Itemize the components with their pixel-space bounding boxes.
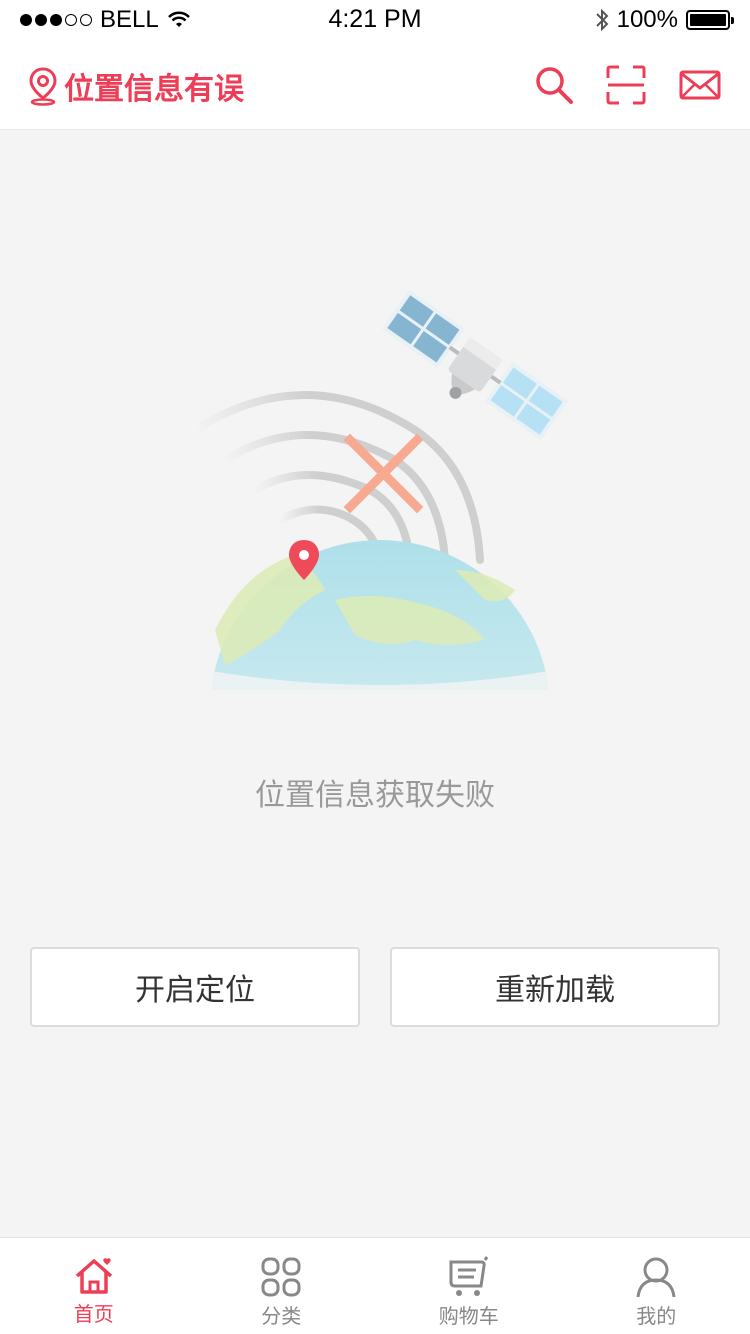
top-nav: 位置信息有误 [0, 40, 750, 130]
mail-icon[interactable] [679, 64, 721, 106]
search-icon[interactable] [533, 64, 575, 106]
status-bar: BELL 4:21 PM 100% [0, 0, 750, 40]
tab-cart[interactable]: 购物车 [375, 1238, 563, 1334]
globe [205, 540, 555, 690]
signal-arcs [191, 391, 484, 564]
scan-icon[interactable] [605, 64, 647, 106]
tab-bar: 首页 分类 购物车 我的 [0, 1237, 750, 1334]
location-selector[interactable]: 位置信息有误 [28, 64, 244, 108]
reload-button[interactable]: 重新加载 [390, 947, 720, 1027]
enable-location-button[interactable]: 开启定位 [30, 947, 360, 1027]
tab-home-label: 首页 [73, 1302, 114, 1326]
battery-percent: 100% [616, 6, 678, 33]
tab-category-label: 分类 [261, 1304, 302, 1328]
tab-profile-label: 我的 [636, 1304, 677, 1328]
location-text: 位置信息有误 [64, 72, 244, 107]
tab-category[interactable]: 分类 [188, 1238, 376, 1334]
profile-icon [636, 1257, 676, 1298]
location-failed-message: 位置信息获取失败 [255, 778, 495, 813]
tab-home[interactable]: 首页 [0, 1238, 188, 1334]
cart-icon [449, 1256, 488, 1296]
bluetooth-icon [595, 8, 609, 32]
location-pin-icon [29, 67, 57, 106]
tab-profile[interactable]: 我的 [563, 1238, 750, 1334]
category-icon [261, 1257, 301, 1297]
location-failed-illustration [191, 289, 569, 690]
battery-icon [686, 10, 734, 30]
home-icon [75, 1258, 112, 1294]
tab-cart-label: 购物车 [438, 1304, 499, 1328]
satellite-icon [381, 289, 569, 441]
status-right: 100% [595, 6, 734, 34]
